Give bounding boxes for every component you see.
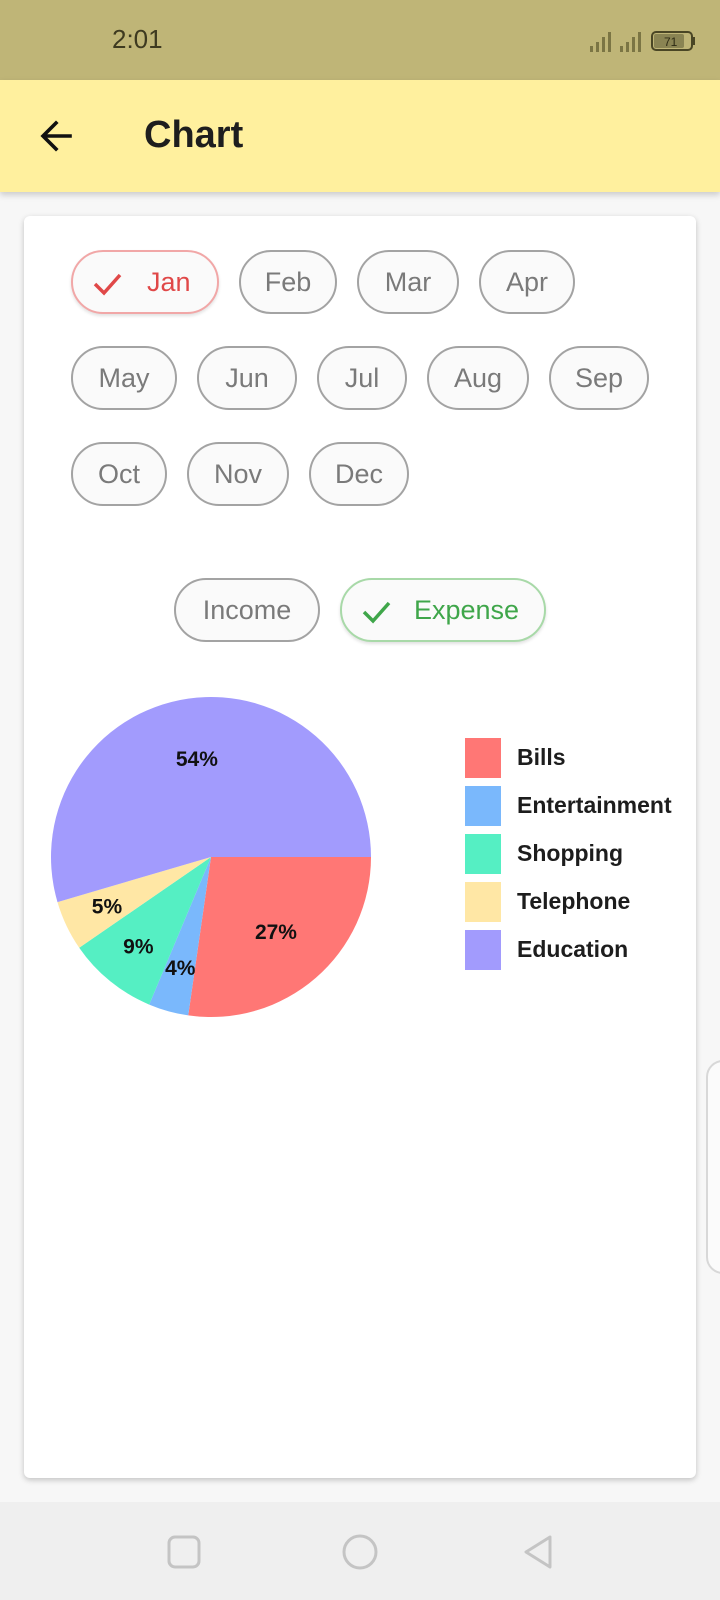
type-chip-expense[interactable]: Expense	[340, 578, 546, 642]
legend-swatch	[465, 738, 501, 778]
chip-label: Apr	[505, 267, 549, 297]
month-chip-feb[interactable]: Feb	[239, 250, 337, 314]
month-chip-mar[interactable]: Mar	[357, 250, 459, 314]
month-chip-sep[interactable]: Sep	[549, 346, 649, 410]
chip-label: Jan	[147, 267, 191, 297]
legend-label: Education	[517, 936, 629, 962]
signal-icon	[590, 32, 611, 52]
legend-swatch	[465, 786, 501, 826]
pie-label-shopping: 9%	[123, 935, 154, 958]
legend-item-education: Education	[465, 930, 695, 970]
legend-swatch	[465, 834, 501, 874]
chip-label: Feb	[264, 267, 312, 297]
battery-icon: 71	[651, 31, 695, 51]
status-bar: 2:01 71	[0, 0, 720, 80]
pie-label-bills: 27%	[255, 921, 297, 944]
app-bar: Chart	[0, 80, 720, 192]
back-button[interactable]	[30, 108, 86, 164]
status-time: 2:01	[112, 24, 163, 54]
chip-label: Dec	[334, 459, 383, 489]
legend-item-telephone: Telephone	[465, 882, 695, 922]
expense-pie-chart: 27% 4% 9%5% 54%	[50, 696, 371, 1017]
nav-bar	[0, 1502, 720, 1600]
svg-text:71: 71	[664, 35, 678, 49]
month-chip-nov[interactable]: Nov	[187, 442, 289, 506]
month-chip-jan[interactable]: Jan	[71, 250, 219, 314]
signal-icon	[620, 32, 641, 52]
triangle-back-icon[interactable]	[518, 1532, 558, 1572]
pie-label-education: 54%	[176, 748, 218, 771]
legend-swatch	[465, 882, 501, 922]
chip-label: Jun	[225, 363, 269, 393]
chip-label: Aug	[453, 363, 503, 393]
page-title: Chart	[144, 114, 244, 156]
month-chip-jun[interactable]: Jun	[197, 346, 297, 410]
chip-label: May	[98, 363, 150, 393]
arrow-back-icon	[40, 120, 72, 152]
month-chip-oct[interactable]: Oct	[71, 442, 167, 506]
month-chip-aug[interactable]: Aug	[427, 346, 529, 410]
chip-label: Income	[202, 595, 292, 625]
chip-label: Mar	[384, 267, 432, 297]
legend-item-entertainment: Entertainment	[465, 786, 695, 826]
legend-label: Entertainment	[517, 792, 672, 818]
check-icon	[362, 601, 391, 624]
legend-label: Shopping	[517, 840, 624, 866]
legend-item-bills: Bills	[465, 738, 695, 778]
status-icons: 71	[590, 31, 695, 52]
check-icon	[93, 273, 122, 296]
month-chip-dec[interactable]: Dec	[309, 442, 409, 506]
month-chip-jul[interactable]: Jul	[317, 346, 407, 410]
pie-label-entertainment: 4%	[165, 957, 196, 980]
type-chip-income[interactable]: Income	[174, 578, 320, 642]
month-chip-may[interactable]: May	[71, 346, 177, 410]
month-chip-apr[interactable]: Apr	[479, 250, 575, 314]
chip-label: Oct	[97, 459, 140, 489]
chip-label: Sep	[574, 363, 624, 393]
chip-label: Nov	[213, 459, 262, 489]
legend-label: Telephone	[517, 888, 631, 914]
chip-label: Jul	[344, 363, 380, 393]
legend-swatch	[465, 930, 501, 970]
square-icon[interactable]	[164, 1532, 204, 1572]
pie-label-telephone: 5%	[92, 896, 123, 919]
circle-icon[interactable]	[340, 1532, 380, 1572]
legend-label: Bills	[517, 744, 566, 770]
chip-label: Expense	[414, 595, 520, 625]
legend-item-shopping: Shopping	[465, 834, 695, 874]
side-edge-handle[interactable]	[706, 1060, 720, 1274]
